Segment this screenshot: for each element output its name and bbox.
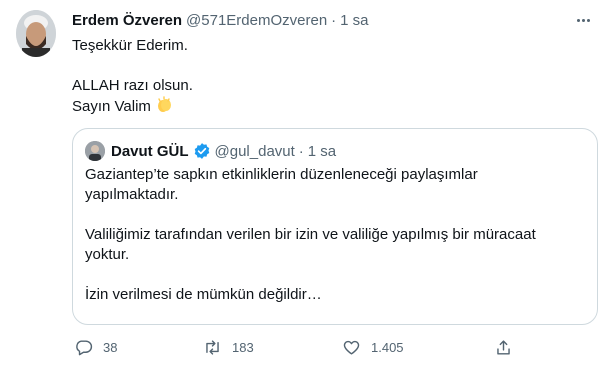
tweet-line-with-emoji: Sayın Valim — [72, 96, 592, 116]
more-options-icon[interactable] — [572, 10, 594, 30]
quoted-paragraph: İzin verilmesi de mümkün değildir… — [85, 285, 585, 305]
tweet-header: Erdem Özveren @571ErdemOzveren · 1 sa — [72, 10, 369, 30]
author-handle[interactable]: @571ErdemOzveren — [186, 12, 327, 29]
author-avatar[interactable] — [16, 10, 56, 57]
tweet-line: Teşekkür Ederim. — [72, 37, 188, 54]
verified-badge-icon — [193, 142, 211, 160]
reply-count: 38 — [103, 339, 118, 355]
quoted-paragraph: Valiliğimiz tarafından verilen bir izin … — [85, 225, 585, 265]
tweet[interactable]: Erdem Özveren @571ErdemOzveren · 1 sa Te… — [0, 0, 614, 367]
quoted-author-avatar — [85, 141, 105, 161]
share-icon — [497, 339, 510, 355]
share-button[interactable] — [494, 335, 513, 359]
reply-button[interactable]: 38 — [74, 335, 117, 359]
tweet-text: Teşekkür Ederim. ALLAH razı olsun. Sayın… — [72, 36, 592, 116]
quoted-line: Valiliğimiz tarafından verilen bir izin … — [85, 226, 536, 243]
like-count: 1.405 — [371, 339, 404, 355]
tweet-time[interactable]: 1 sa — [340, 12, 368, 29]
quoted-tweet-time: 1 sa — [307, 142, 337, 160]
tweet-line: ALLAH razı olsun. — [72, 77, 193, 94]
quoted-line: yoktur. — [85, 246, 130, 263]
retweet-count: 183 — [232, 339, 254, 355]
separator-dot: · — [298, 142, 304, 160]
quoted-tweet-header: Davut GÜL @gul_davut · 1 sa — [85, 141, 336, 161]
separator-dot: · — [331, 11, 337, 29]
quoted-paragraph: Gaziantep’te sapkın etkinliklerin düzenl… — [85, 165, 585, 205]
reply-icon — [76, 339, 93, 355]
quoted-tweet-text: Gaziantep’te sapkın etkinliklerin düzenl… — [85, 165, 585, 305]
tweet-actions: 38 183 1.405 — [72, 335, 592, 359]
quoted-author-handle: @gul_davut — [214, 142, 295, 160]
tweet-line: Sayın Valim — [72, 98, 151, 115]
quoted-line: Gaziantep’te sapkın etkinliklerin düzenl… — [85, 166, 478, 183]
author-name[interactable]: Erdem Özveren — [72, 12, 182, 29]
quoted-tweet[interactable]: Davut GÜL @gul_davut · 1 sa Gaziantep’te… — [72, 128, 598, 325]
clapping-hands-icon — [155, 96, 173, 120]
tweet-line-blank — [72, 56, 592, 76]
like-button[interactable]: 1.405 — [342, 335, 404, 359]
quoted-line: yapılmaktadır. — [85, 186, 179, 203]
retweet-button[interactable]: 183 — [203, 335, 254, 359]
quoted-author-name: Davut GÜL — [111, 142, 189, 160]
quoted-line: İzin verilmesi de mümkün değildir… — [85, 286, 322, 303]
like-icon — [343, 340, 360, 355]
retweet-icon — [206, 339, 219, 355]
